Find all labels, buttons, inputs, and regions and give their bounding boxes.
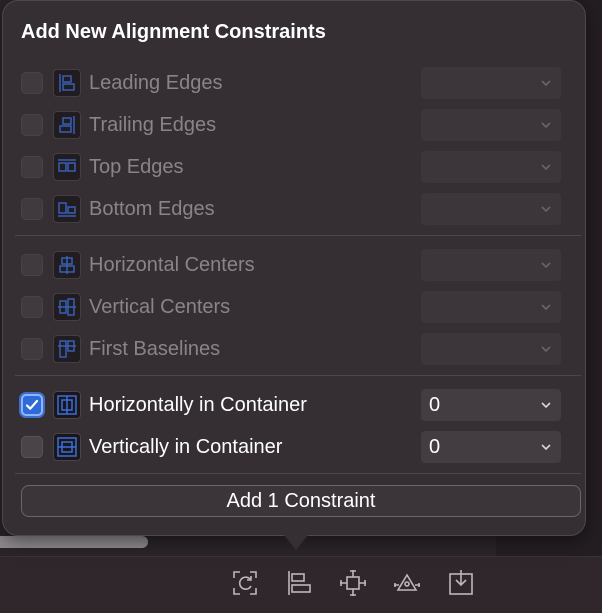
resolve-issues-icon[interactable] [390,566,424,600]
horizontal-centers-value-select[interactable] [421,249,561,281]
chevron-down-icon [541,206,551,213]
constraint-toolbar-icons [228,566,478,600]
vertically-in-container-icon [53,433,81,461]
horizontal-scrollbar-thumb[interactable] [0,536,148,548]
checkmark-icon [25,399,39,410]
leading-edges-checkbox[interactable] [21,72,43,94]
bottom-edges-checkbox[interactable] [21,198,43,220]
popover-arrow [280,530,312,550]
chevron-down-icon [541,402,551,409]
update-frames-icon[interactable] [228,566,262,600]
bottom-edges-value-select[interactable] [421,193,561,225]
top-edges-icon [53,153,81,181]
horizontally-in-container-value-select[interactable]: 0 [421,389,561,421]
popover-title: Add New Alignment Constraints [21,21,326,43]
top-edges-value-select[interactable] [421,151,561,183]
chevron-down-icon [541,122,551,129]
chevron-down-icon [541,444,551,451]
chevron-down-icon [541,164,551,171]
vertically-in-container-checkbox[interactable] [21,436,43,458]
first-baselines-checkbox[interactable] [21,338,43,360]
vertical-centers-value-select[interactable] [421,291,561,323]
add-constraint-button[interactable]: Add 1 Constraint [21,485,581,517]
horizontal-centers-icon [53,251,81,279]
first-baselines-icon [53,335,81,363]
chevron-down-icon [541,304,551,311]
vertical-centers-icon [53,293,81,321]
top-edges-checkbox[interactable] [21,156,43,178]
align-icon[interactable] [282,566,316,600]
trailing-edges-value-select[interactable] [421,109,561,141]
embed-in-icon[interactable] [444,566,478,600]
leading-edges-value-select[interactable] [421,67,561,99]
leading-edges-icon [53,69,81,97]
chevron-down-icon [541,80,551,87]
horizontally-in-container-value: 0 [429,393,441,416]
vertical-centers-checkbox[interactable] [21,296,43,318]
horizontally-in-container-checkbox[interactable] [21,394,43,416]
horizontal-centers-checkbox[interactable] [21,254,43,276]
trailing-edges-checkbox[interactable] [21,114,43,136]
horizontally-in-container-icon [53,391,81,419]
vertically-in-container-value: 0 [429,435,441,458]
chevron-down-icon [541,262,551,269]
vertically-in-container-value-select[interactable]: 0 [421,431,561,463]
group-separator [15,375,581,376]
chevron-down-icon [541,346,551,353]
group-separator [15,235,581,236]
group-separator [15,473,581,474]
alignment-constraints-popover: Add New Alignment Constraints Leading Ed… [2,0,586,536]
first-baselines-value-select[interactable] [421,333,561,365]
add-constraints-icon[interactable] [336,566,370,600]
trailing-edges-icon [53,111,81,139]
bottom-edges-icon [53,195,81,223]
